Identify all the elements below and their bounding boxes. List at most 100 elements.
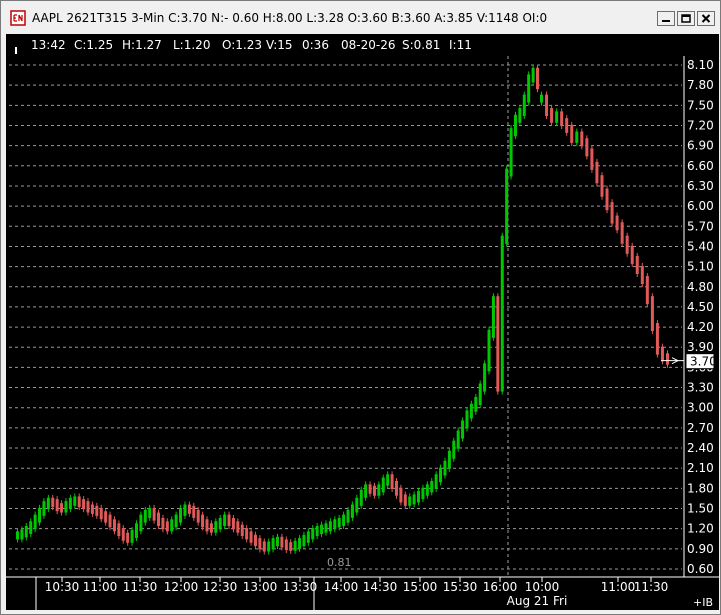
candle — [372, 485, 376, 496]
candle — [575, 131, 579, 143]
candle — [364, 484, 368, 498]
candle — [560, 111, 564, 127]
candle — [55, 499, 59, 512]
title-bar[interactable]: AAPL 2621T315 3-Min C:3.70 N:- 0.60 H:8.… — [1, 1, 720, 34]
candle — [430, 481, 434, 493]
y-tick-label: 5.70 — [687, 219, 714, 233]
candle — [298, 538, 302, 549]
y-tick-label: 3.90 — [687, 340, 714, 354]
candle — [24, 526, 28, 538]
y-tick-label: 3.30 — [687, 381, 714, 395]
x-tick-label: 16:00 — [483, 580, 518, 594]
candle — [289, 542, 293, 551]
candle — [179, 507, 183, 523]
candle — [170, 519, 174, 532]
candle — [227, 514, 231, 526]
y-tick-label: 1.80 — [687, 481, 714, 495]
candle — [421, 487, 425, 500]
candle — [16, 531, 19, 540]
candle — [165, 521, 169, 532]
x-tick-label: 12:00 — [164, 580, 199, 594]
candle — [267, 541, 271, 552]
candle — [496, 296, 500, 392]
candle — [350, 504, 354, 518]
x-tick-label: 13:00 — [243, 580, 278, 594]
day-label: Aug 21 Fri — [507, 594, 568, 608]
last-price-label: 3.70 — [690, 355, 717, 369]
candle — [311, 528, 315, 540]
x-tick-label: 10:00 — [525, 580, 560, 594]
candle — [660, 346, 664, 362]
candle — [394, 481, 398, 496]
candle — [425, 484, 429, 496]
chart-area[interactable]: 13:42 C:1.25 H:1.27 L:1.20 O:1.23 V:15 0… — [6, 34, 719, 610]
candle — [333, 519, 337, 530]
candle — [655, 323, 659, 355]
candle — [491, 296, 495, 338]
y-tick-label: 2.70 — [687, 421, 714, 435]
y-tick-label: 2.40 — [687, 441, 714, 455]
candle — [399, 487, 403, 503]
candle — [99, 507, 103, 520]
candle — [187, 504, 191, 514]
candle — [456, 430, 460, 449]
y-tick-label: 6.90 — [687, 139, 714, 153]
candle — [231, 517, 235, 530]
candle — [60, 503, 64, 513]
candle — [522, 94, 526, 117]
candle — [536, 67, 539, 90]
y-tick-label: 6.00 — [687, 199, 714, 213]
x-tick-label: 11:30 — [634, 580, 669, 594]
x-tick-label: 11:30 — [123, 580, 158, 594]
candle — [439, 467, 443, 483]
maximize-button[interactable] — [677, 11, 695, 26]
candle — [610, 202, 614, 224]
minimize-icon — [662, 20, 670, 22]
candle — [29, 521, 33, 535]
x-tick-label: 10:30 — [45, 580, 80, 594]
candle — [412, 494, 416, 505]
x-tick-label: 15:30 — [443, 580, 478, 594]
close-icon — [701, 14, 711, 23]
candle — [635, 255, 639, 274]
candle — [223, 514, 227, 526]
close-button[interactable] — [697, 11, 715, 26]
candle — [201, 514, 205, 528]
x-tick-label: 13:30 — [283, 580, 318, 594]
candle — [51, 497, 55, 508]
candle — [540, 94, 543, 103]
price-chart[interactable]: 8.10 7.80 7.50 7.20 6.90 6.60 6.30 6.00 5.70 5.40… — [6, 34, 719, 610]
candle — [461, 420, 465, 439]
candle — [209, 523, 213, 533]
candle — [478, 383, 482, 405]
x-tick-label: 12:30 — [203, 580, 238, 594]
candle — [148, 507, 152, 518]
candle — [615, 215, 619, 231]
candle — [218, 517, 222, 530]
candle — [666, 353, 669, 365]
candle — [33, 514, 37, 530]
candle — [500, 235, 504, 392]
candle — [20, 529, 24, 540]
candle — [130, 530, 134, 543]
candle — [73, 496, 77, 506]
candle — [95, 505, 99, 516]
candle — [245, 528, 249, 540]
candle — [315, 526, 319, 537]
candle — [580, 131, 584, 147]
candle — [447, 450, 451, 469]
candle — [600, 175, 604, 197]
minimize-button[interactable] — [657, 11, 675, 26]
candle — [324, 523, 328, 533]
candle — [355, 497, 359, 513]
y-tick-label: 7.20 — [687, 118, 714, 132]
candle — [240, 524, 244, 537]
candle — [518, 108, 522, 123]
candle — [605, 188, 609, 211]
y-tick-label: 7.80 — [687, 78, 714, 92]
candle — [531, 67, 535, 83]
candle — [555, 111, 559, 123]
candle — [630, 245, 634, 264]
x-tick-label: 11:00 — [601, 580, 636, 594]
y-tick-label: 1.20 — [687, 522, 714, 536]
